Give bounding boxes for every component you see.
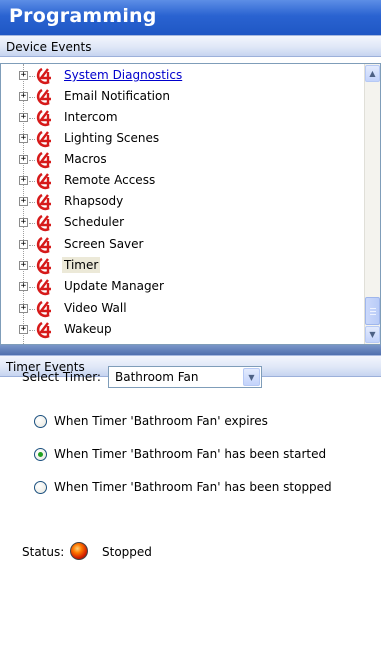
control4-logo-icon — [36, 109, 51, 127]
control4-logo-icon — [36, 130, 51, 148]
device-events-header: Device Events — [0, 35, 381, 57]
scroll-down-icon[interactable]: ▼ — [365, 326, 380, 343]
tree-item[interactable]: + Update Manager — [1, 277, 366, 297]
tree-item-label[interactable]: System Diagnostics — [62, 67, 184, 83]
expand-icon[interactable]: + — [19, 261, 28, 270]
radio-selected-dot — [38, 452, 43, 457]
radio-timer-started[interactable] — [34, 448, 47, 461]
tree-item-label[interactable]: Remote Access — [62, 172, 157, 188]
timer-select[interactable]: Bathroom Fan ▼ — [108, 366, 262, 388]
expand-icon[interactable]: + — [19, 176, 28, 185]
expand-icon[interactable]: + — [19, 92, 28, 101]
radio-timer-stopped-label[interactable]: When Timer 'Bathroom Fan' has been stopp… — [54, 480, 332, 494]
control4-logo-icon — [36, 214, 51, 232]
scroll-up-icon[interactable]: ▲ — [365, 65, 380, 82]
expand-icon[interactable]: + — [19, 282, 28, 291]
control4-logo-icon — [36, 236, 51, 254]
control4-logo-icon — [36, 88, 51, 106]
control4-logo-icon — [36, 151, 51, 169]
device-events-tree[interactable]: + System Diagnostics + Email Notification + I… — [0, 63, 381, 345]
control4-logo-icon — [36, 257, 51, 275]
radio-timer-started-label[interactable]: When Timer 'Bathroom Fan' has been start… — [54, 447, 326, 461]
tree-item[interactable]: + Rhapsody — [1, 192, 366, 212]
tree-item[interactable]: + Email Notification — [1, 87, 366, 107]
vertical-scrollbar[interactable]: ▲ ▼ — [364, 64, 380, 344]
tree-item-label[interactable]: Lighting Scenes — [62, 130, 161, 146]
tree-item-label[interactable]: Wakeup — [62, 321, 114, 337]
status-value: Stopped — [102, 545, 152, 559]
expand-icon[interactable]: + — [19, 240, 28, 249]
expand-icon[interactable]: + — [19, 304, 28, 313]
radio-timer-expires-label[interactable]: When Timer 'Bathroom Fan' expires — [54, 414, 268, 428]
tree-item-label[interactable]: Email Notification — [62, 88, 172, 104]
expand-icon[interactable]: + — [19, 325, 28, 334]
status-label: Status: — [22, 545, 65, 559]
control4-logo-icon — [36, 172, 51, 190]
tree-item-label[interactable]: Scheduler — [62, 214, 126, 230]
scroll-thumb[interactable] — [365, 297, 380, 325]
radio-timer-stopped[interactable] — [34, 481, 47, 494]
tree-item-label[interactable]: Video Wall — [62, 300, 129, 316]
chevron-down-icon[interactable]: ▼ — [243, 368, 260, 386]
tree-item[interactable]: + Lighting Scenes — [1, 129, 366, 149]
radio-timer-expires[interactable] — [34, 415, 47, 428]
tree-item-label[interactable]: Update Manager — [62, 278, 166, 294]
tree-item[interactable]: + Video Wall — [1, 299, 366, 319]
tree-item[interactable]: + Timer — [1, 256, 366, 276]
tree-item-label[interactable]: Macros — [62, 151, 109, 167]
window-title: Programming — [0, 0, 381, 35]
tree-item-label[interactable]: Rhapsody — [62, 193, 125, 209]
expand-icon[interactable]: + — [19, 155, 28, 164]
select-timer-label: Select Timer: — [22, 370, 101, 384]
tree-item[interactable]: + Remote Access — [1, 171, 366, 191]
control4-logo-icon — [36, 278, 51, 296]
tree-item-label[interactable]: Intercom — [62, 109, 120, 125]
expand-icon[interactable]: + — [19, 197, 28, 206]
tree-item[interactable]: + Intercom — [1, 108, 366, 128]
status-indicator-icon — [70, 542, 88, 560]
control4-logo-icon — [36, 300, 51, 318]
expand-icon[interactable]: + — [19, 218, 28, 227]
tree-item[interactable]: + Macros — [1, 150, 366, 170]
tree-item-label[interactable]: Timer — [62, 257, 101, 273]
tree-item[interactable]: + System Diagnostics — [1, 66, 366, 86]
expand-icon[interactable]: + — [19, 134, 28, 143]
control4-logo-icon — [36, 193, 51, 211]
control4-logo-icon — [36, 67, 51, 85]
expand-icon[interactable]: + — [19, 113, 28, 122]
tree-item[interactable]: + Scheduler — [1, 213, 366, 233]
timer-select-value: Bathroom Fan — [115, 370, 199, 384]
expand-icon[interactable]: + — [19, 71, 28, 80]
tree-item[interactable]: + Screen Saver — [1, 235, 366, 255]
panel-splitter[interactable] — [0, 345, 381, 355]
control4-logo-icon — [36, 321, 51, 339]
tree-item-label[interactable]: Screen Saver — [62, 236, 145, 252]
tree-item[interactable]: + Wakeup — [1, 320, 366, 340]
